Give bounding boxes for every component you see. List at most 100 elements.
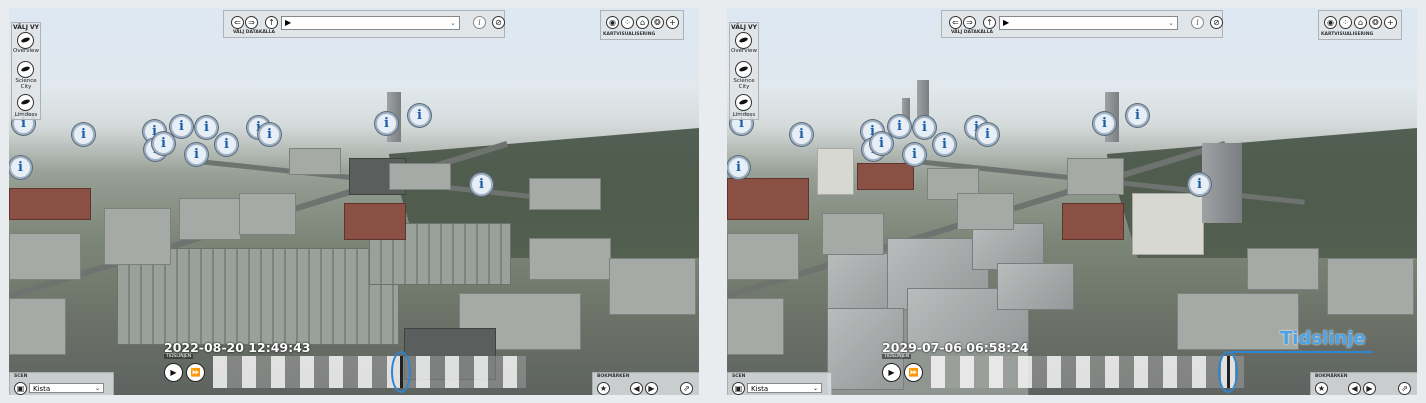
grid-icon[interactable]: ⁘ [621,16,634,29]
science-city-view-icon[interactable] [17,61,34,78]
up-arrow-icon[interactable]: ↑ [983,16,996,29]
info-icon[interactable]: i [1191,16,1204,29]
next-icon[interactable]: ▶ [645,382,658,395]
scene-select[interactable]: Kista ⌄ [29,383,104,393]
building [822,213,884,255]
building [9,188,91,220]
info-marker-icon[interactable]: i [9,156,32,179]
timeline-segment [1163,356,1177,388]
overview-view-icon[interactable] [17,32,34,49]
forward-arrow-icon[interactable]: ⇒ [963,16,976,29]
plus-icon[interactable]: + [1384,16,1397,29]
fast-forward-icon[interactable]: ⏩ [904,363,923,382]
info-marker-glyph: i [179,119,184,134]
3d-city-scene[interactable]: iiiiiiiiiiiiiii [9,8,699,395]
view-label-1[interactable]: Science City [730,78,758,90]
info-marker-icon[interactable]: i [152,132,175,155]
camera-icon[interactable]: ▣ [14,382,27,395]
view-label-0[interactable]: Overview [12,48,40,54]
info-marker-glyph: i [204,120,209,135]
compass-icon[interactable]: ⊘ [1210,16,1223,29]
forward-arrow-icon[interactable]: ⇒ [245,16,258,29]
datasource-select[interactable]: ▶ ⌄ [999,16,1178,30]
map-visualization-toolbar: ◉ ⁘ ⌂ ❂ + KARTVISUALISERING [1318,10,1402,40]
fast-forward-icon[interactable]: ⏩ [186,363,205,382]
timeline-segment [445,356,459,388]
info-marker-icon[interactable]: i [375,112,398,135]
info-marker-icon[interactable]: i [870,132,893,155]
view-label-0[interactable]: Overview [730,48,758,54]
info-marker-icon[interactable]: i [913,116,936,139]
eye-icon[interactable]: ◉ [606,16,619,29]
overview-view-icon[interactable] [735,32,752,49]
gear-icon[interactable]: ❂ [1369,16,1382,29]
building [289,148,341,175]
info-marker-glyph: i [224,137,229,152]
view-label-2[interactable]: Limdess [730,112,758,118]
science-city-view-icon[interactable] [735,61,752,78]
view-label-1[interactable]: Science City [12,78,40,90]
valj-vy-panel: VÄLJ VY Overview Science City Limdess [729,22,759,120]
grid-icon[interactable]: ⁘ [1339,16,1352,29]
bookmarks-panel: BOKMÄRKEN ★ ◀ ▶ ⇗ [1310,372,1417,395]
scene-select[interactable]: Kista ⌄ [747,383,822,393]
info-icon[interactable]: i [473,16,486,29]
info-marker-icon[interactable]: i [195,116,218,139]
timeline-segment [1192,356,1206,388]
plus-icon[interactable]: + [666,16,679,29]
info-marker-icon[interactable]: i [1188,173,1211,196]
info-marker-glyph: i [897,119,902,134]
info-marker-icon[interactable]: i [185,143,208,166]
gear-icon[interactable]: ❂ [651,16,664,29]
previous-icon[interactable]: ◀ [1348,382,1361,395]
share-icon[interactable]: ⇗ [1398,382,1411,395]
chevron-down-icon: ⌄ [94,385,100,392]
home-icon[interactable]: ⌂ [1354,16,1367,29]
info-marker-glyph: i [879,136,884,151]
up-arrow-icon[interactable]: ↑ [265,16,278,29]
eye-icon[interactable]: ◉ [1324,16,1337,29]
limdess-view-icon[interactable] [735,94,752,111]
bookmark-star-icon[interactable]: ★ [597,382,610,395]
limdess-view-icon[interactable] [17,94,34,111]
info-marker-icon[interactable]: i [408,104,431,127]
info-marker-icon[interactable]: i [1126,104,1149,127]
timeline-track[interactable] [931,356,1244,388]
info-marker-icon[interactable]: i [790,123,813,146]
timeline-datetime: 2022-08-20 12:49:43 [164,340,311,355]
home-icon[interactable]: ⌂ [636,16,649,29]
map-viewer-after[interactable]: iiiiiiiiiiiiiiiVÄLJ VYOverviewScience Ci… [727,8,1417,395]
info-marker-icon[interactable]: i [903,143,926,166]
timeline-label: TIDSLINJEN [882,354,912,359]
map-viewer-before[interactable]: iiiiiiiiiiiiiiiVÄLJ VY Overview Science Ci… [9,8,699,395]
next-icon[interactable]: ▶ [1363,382,1376,395]
info-marker-icon[interactable]: i [170,115,193,138]
share-icon[interactable]: ⇗ [680,382,693,395]
play-icon[interactable]: ▶ [164,363,183,382]
info-marker-icon[interactable]: i [72,123,95,146]
scene-title: SCEN [14,374,28,379]
info-marker-icon[interactable]: i [258,123,281,146]
datasource-toolbar: ⇐ ⇒ ↑ ▶ ⌄ VÄLJ DATAKÄLLA i ⊘ [941,10,1223,38]
bookmark-star-icon[interactable]: ★ [1315,382,1328,395]
info-marker-icon[interactable]: i [470,173,493,196]
building [344,203,406,240]
camera-icon[interactable]: ▣ [732,382,745,395]
info-marker-icon[interactable]: i [933,133,956,156]
back-arrow-icon[interactable]: ⇐ [949,16,962,29]
info-marker-glyph: i [417,108,422,123]
info-marker-glyph: i [161,136,166,151]
compass-icon[interactable]: ⊘ [492,16,505,29]
previous-icon[interactable]: ◀ [630,382,643,395]
timeline-segment [271,356,285,388]
info-marker-icon[interactable]: i [1093,112,1116,135]
timeline-track[interactable] [213,356,526,388]
play-icon[interactable]: ▶ [882,363,901,382]
info-marker-icon[interactable]: i [215,133,238,156]
view-label-2[interactable]: Limdess [12,112,40,118]
info-marker-icon[interactable]: i [727,156,750,179]
info-marker-icon[interactable]: i [888,115,911,138]
back-arrow-icon[interactable]: ⇐ [231,16,244,29]
datasource-select[interactable]: ▶ ⌄ [281,16,460,30]
info-marker-icon[interactable]: i [976,123,999,146]
